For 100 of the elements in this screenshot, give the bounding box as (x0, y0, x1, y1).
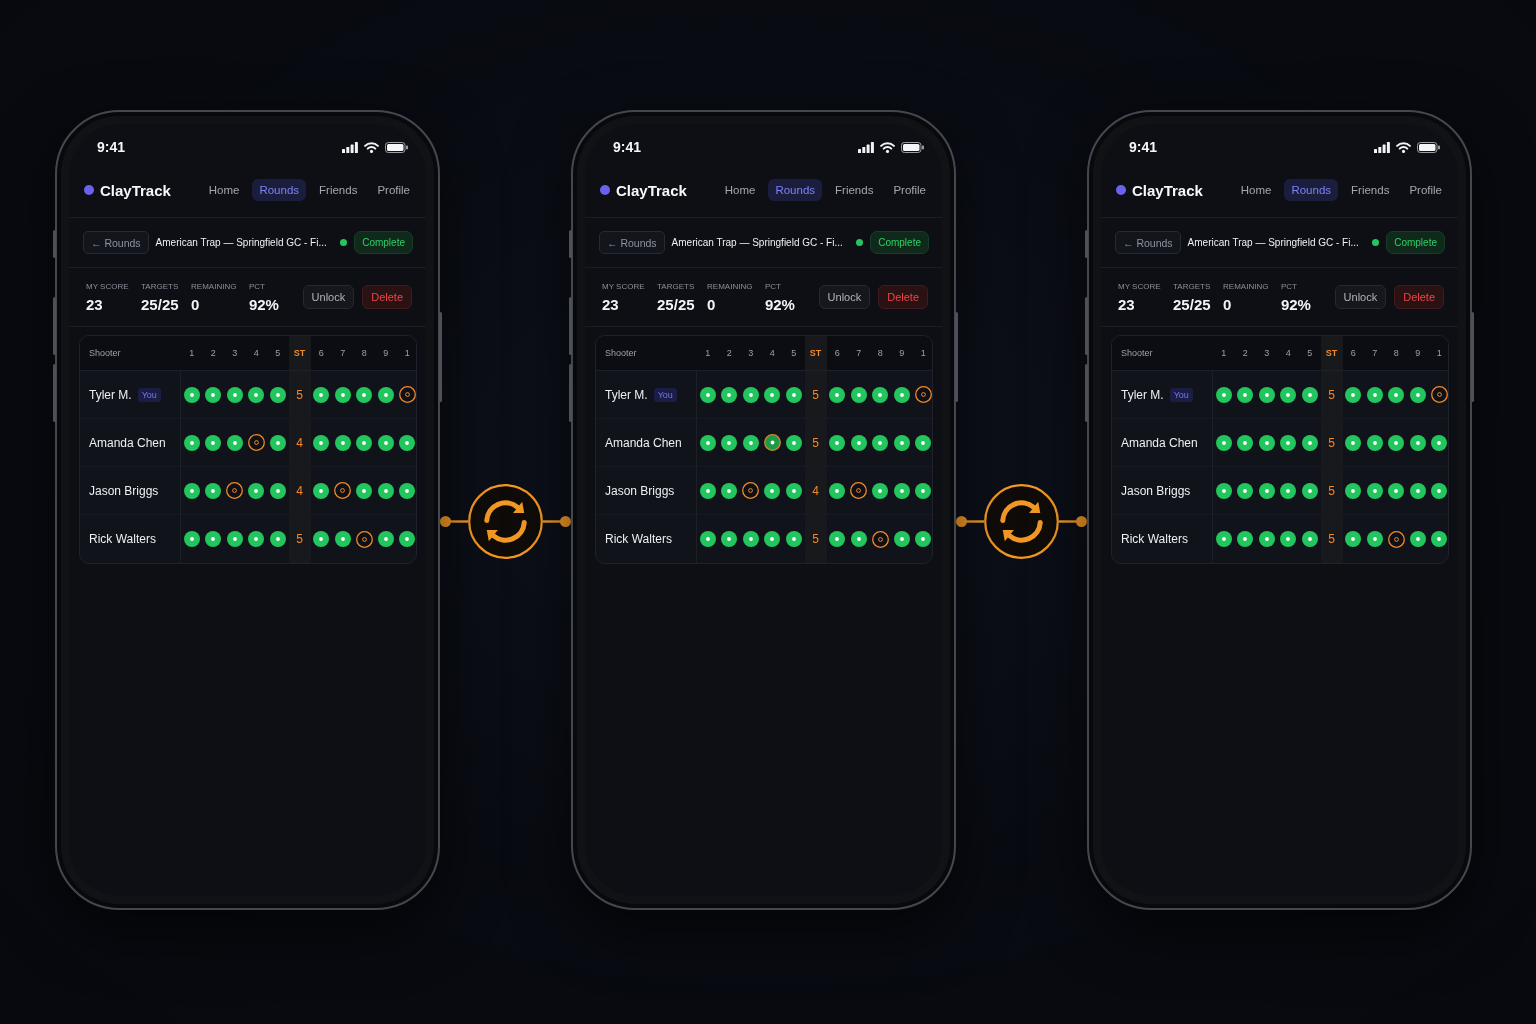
unlock-button[interactable]: Unlock (818, 285, 871, 309)
nav-tab[interactable]: Profile (370, 179, 417, 201)
side-button[interactable] (53, 364, 56, 422)
hit-marker-icon (893, 531, 910, 547)
delete-button[interactable]: Delete (878, 285, 928, 309)
hit-marker-icon (1345, 434, 1362, 451)
round-title: American Trap — Springfield GC - Fi... (1187, 237, 1359, 248)
nav-tab[interactable]: Rounds (1284, 179, 1339, 201)
nav-tab[interactable]: Friends (312, 179, 365, 201)
hit-marker-icon (269, 434, 286, 451)
hit-marker-icon (915, 531, 932, 547)
hit-marker-icon (269, 531, 286, 547)
stat-label: TARGETS (141, 281, 179, 291)
column-header: 6 (1349, 347, 1357, 360)
hit-marker-icon (1431, 434, 1448, 451)
side-button[interactable] (955, 312, 958, 402)
unlock-button[interactable]: Unlock (302, 285, 355, 309)
station-total: 4 (288, 419, 311, 466)
stat-label: PCT (1280, 281, 1298, 291)
hit-marker-icon (205, 531, 222, 547)
hit-marker-icon (850, 434, 867, 451)
stat-value: 25/25 (1173, 295, 1211, 313)
hit-marker-icon (399, 434, 416, 451)
side-button[interactable] (1471, 312, 1474, 402)
side-button[interactable] (53, 297, 56, 355)
back-button[interactable]: ← Rounds (83, 231, 149, 254)
hit-marker-icon (699, 531, 716, 547)
nav-tab[interactable]: Rounds (768, 179, 823, 201)
signal-icon (858, 141, 874, 153)
stat-label: REMAINING (707, 281, 753, 291)
side-button[interactable] (569, 297, 572, 355)
side-button[interactable] (53, 230, 56, 258)
app-logo: ClayTrack (1132, 181, 1203, 199)
nav-tab[interactable]: Home (201, 179, 247, 201)
back-button[interactable]: ← Rounds (1115, 231, 1181, 254)
battery-icon (901, 141, 924, 153)
column-header: 3 (231, 347, 239, 360)
hit-marker-icon (334, 434, 351, 451)
hit-marker-icon (829, 386, 846, 403)
nav-tab[interactable]: Profile (886, 179, 933, 201)
back-button[interactable]: ← Rounds (599, 231, 665, 254)
side-button[interactable] (1085, 297, 1088, 355)
miss-marker-icon (850, 482, 868, 499)
hit-marker-icon (205, 434, 222, 451)
shooter-name: Tyler M. (605, 387, 648, 402)
hit-marker-icon (850, 386, 867, 403)
side-button[interactable] (569, 230, 572, 258)
hit-marker-icon (1409, 531, 1426, 547)
nav-tab[interactable]: Profile (1402, 179, 1449, 201)
miss-marker-icon (334, 482, 352, 499)
hit-marker-icon (248, 531, 265, 547)
hit-marker-icon (764, 482, 781, 499)
hit-marker-icon (1280, 434, 1297, 451)
side-button[interactable] (569, 364, 572, 422)
logo-dot-icon (84, 185, 94, 195)
column-header: 7 (855, 347, 863, 360)
nav-tab[interactable]: Home (717, 179, 763, 201)
hit-marker-icon (1301, 531, 1318, 547)
delete-button[interactable]: Delete (1394, 285, 1444, 309)
status-badge: Complete (1386, 231, 1445, 254)
round-title: American Trap — Springfield GC - Fi... (155, 237, 327, 248)
stat-label: REMAINING (1223, 281, 1269, 291)
column-header: 8 (1392, 347, 1400, 360)
logo-dot-icon (600, 185, 610, 195)
side-button[interactable] (439, 312, 442, 402)
hit-marker-icon (226, 434, 243, 451)
nav-tab[interactable]: Friends (1344, 179, 1397, 201)
shooter-name: Amanda Chen (1121, 435, 1198, 450)
side-button[interactable] (1085, 230, 1088, 258)
hit-marker-icon (1258, 434, 1275, 451)
nav-tab[interactable]: Friends (828, 179, 881, 201)
miss-marker-icon (355, 530, 373, 548)
hit-marker-icon (1258, 531, 1275, 547)
hit-marker-icon (1280, 386, 1297, 403)
shooter-name: Rick Walters (605, 532, 672, 546)
nav-tab[interactable]: Rounds (252, 179, 307, 201)
column-header: 1 (1435, 347, 1443, 360)
nav-tab[interactable]: Home (1233, 179, 1279, 201)
logo-dot-icon (1116, 185, 1126, 195)
side-button[interactable] (1085, 364, 1088, 422)
hit-marker-icon (248, 386, 265, 403)
hit-marker-icon (1258, 482, 1275, 499)
hit-marker-icon (893, 434, 910, 451)
column-header: 1 (919, 347, 927, 360)
hit-marker-icon (1301, 434, 1318, 451)
delete-button[interactable]: Delete (362, 285, 412, 309)
hit-marker-icon (1388, 434, 1405, 451)
hit-marker-icon (1215, 531, 1232, 547)
hit-marker-icon (226, 386, 243, 403)
hit-marker-icon (377, 531, 394, 547)
column-header: 7 (339, 347, 347, 360)
hit-marker-icon (850, 531, 867, 547)
unlock-button[interactable]: Unlock (1334, 285, 1387, 309)
hit-marker-icon (313, 386, 330, 403)
shooter-name: Jason Briggs (605, 483, 675, 498)
station-total: 5 (1320, 515, 1343, 563)
app-logo: ClayTrack (616, 181, 687, 199)
hit-marker-icon (872, 434, 889, 451)
hit-marker-icon (1237, 386, 1254, 403)
hit-marker-icon (1301, 482, 1318, 499)
